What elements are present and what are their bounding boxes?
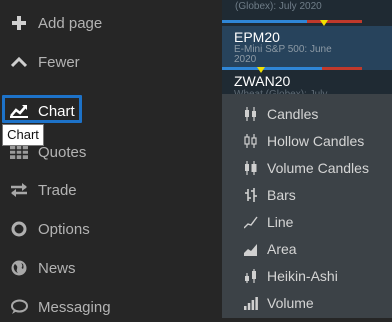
sidebar-item-label: Fewer <box>38 53 80 71</box>
sidebar-item-label: Trade <box>38 181 77 199</box>
price-bar-up <box>222 20 307 23</box>
menu-item-label: Bars <box>267 186 296 203</box>
price-bar-down <box>322 67 362 70</box>
menu-item-line[interactable]: Line <box>222 208 392 235</box>
quote-description: E-Mini S&P 500: June 2020 <box>234 44 332 65</box>
quote-list: (Globex): July 2020 EPM20 E-Mini S&P 500… <box>222 0 392 100</box>
sidebar-item-news[interactable]: News <box>0 253 222 283</box>
menu-item-hollow-candles[interactable]: Hollow Candles <box>222 127 392 154</box>
sidebar-item-label: Messaging <box>38 298 111 316</box>
bars-icon <box>244 187 258 202</box>
chart-type-menu: Candles Hollow Candles Volume Candles Ba… <box>222 94 392 318</box>
menu-item-volume[interactable]: Volume <box>222 289 392 316</box>
hollow-candles-icon <box>244 133 258 148</box>
menu-item-heikin-ashi[interactable]: Heikin-Ashi <box>222 262 392 289</box>
price-bar-down <box>307 20 362 23</box>
sidebar: Add page Fewer Chart Quotes Trade Option… <box>0 0 222 318</box>
globe-icon <box>10 259 28 277</box>
price-bar-up <box>222 67 322 70</box>
sidebar-item-label: Quotes <box>38 143 87 161</box>
menu-item-candles[interactable]: Candles <box>222 100 392 127</box>
sidebar-item-label: Add page <box>38 14 103 32</box>
volume-icon <box>244 296 258 310</box>
menu-item-volume-candles[interactable]: Volume Candles <box>222 154 392 181</box>
quote-symbol: ZWAN20 <box>234 73 291 89</box>
quote-row-selected[interactable]: EPM20 E-Mini S&P 500: June 2020 <box>222 26 392 73</box>
tooltip: Chart <box>3 125 43 145</box>
grid-icon <box>10 143 28 161</box>
menu-item-label: Line <box>267 213 294 230</box>
circle-icon <box>10 220 28 238</box>
heikin-ashi-icon <box>244 268 258 283</box>
quote-symbol: EPM20 <box>234 29 280 45</box>
menu-item-label: Area <box>267 240 297 257</box>
quote-description: (Globex): July 2020 <box>235 1 322 12</box>
arrows-exchange-icon <box>10 181 28 199</box>
menu-item-label: Volume <box>267 294 314 311</box>
speech-bubble-icon <box>10 298 28 316</box>
menu-item-label: Heikin-Ashi <box>267 267 338 284</box>
sidebar-item-label: Options <box>38 220 90 238</box>
sidebar-item-fewer[interactable]: Fewer <box>0 47 222 77</box>
menu-item-label: Hollow Candles <box>267 132 365 149</box>
active-item-highlight <box>2 95 82 123</box>
menu-item-label: Volume Candles <box>267 159 369 176</box>
plus-icon <box>10 14 28 32</box>
volume-candles-icon <box>244 160 258 175</box>
area-icon <box>244 242 258 256</box>
menu-item-bars[interactable]: Bars <box>222 181 392 208</box>
menu-item-area[interactable]: Area <box>222 235 392 262</box>
quote-row[interactable]: ZWAN20 Wheat (Globex): July <box>222 71 392 100</box>
sidebar-item-label: News <box>38 259 76 277</box>
line-icon <box>244 215 258 229</box>
menu-item-label: Candles <box>267 105 319 122</box>
sidebar-item-add-page[interactable]: Add page <box>0 8 222 38</box>
quote-row[interactable]: (Globex): July 2020 <box>222 0 392 26</box>
candles-icon <box>244 106 258 121</box>
sidebar-item-trade[interactable]: Trade <box>0 175 222 205</box>
sidebar-item-options[interactable]: Options <box>0 214 222 244</box>
chevron-up-icon <box>10 53 28 71</box>
